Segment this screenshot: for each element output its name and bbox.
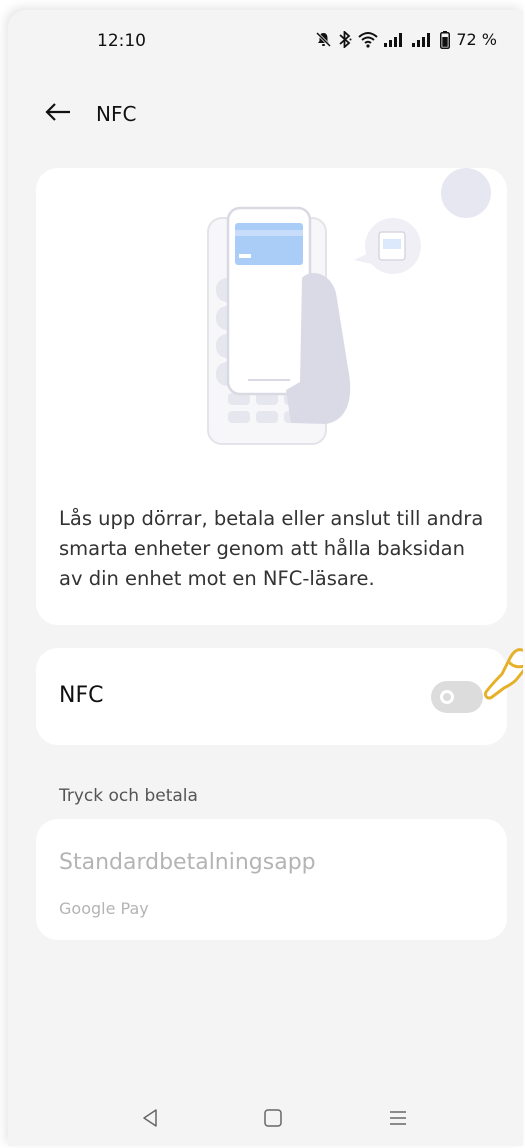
section-header-tap-and-pay: Tryck och betala (59, 786, 198, 806)
nav-back-button[interactable] (130, 1100, 170, 1140)
back-button[interactable] (40, 96, 76, 132)
wifi-icon (358, 31, 379, 48)
back-triangle-icon (141, 1108, 159, 1132)
default-payment-app-title: Standardbetalningsapp (59, 850, 316, 875)
app-header: NFC (8, 90, 523, 146)
intro-description: Lås upp dörrar, betala eller anslut till… (59, 507, 484, 590)
bell-off-icon (315, 31, 332, 48)
battery-percent: 72 % (456, 30, 497, 49)
nfc-intro-card: Lås upp dörrar, betala eller anslut till… (36, 168, 507, 625)
pointing-hand-icon (484, 648, 523, 700)
page-title: NFC (96, 102, 137, 126)
home-square-icon (263, 1108, 283, 1132)
battery-icon (440, 30, 451, 49)
menu-lines-icon (388, 1108, 408, 1132)
nav-home-button[interactable] (253, 1100, 293, 1140)
nfc-toggle-switch[interactable] (431, 681, 483, 713)
nfc-settings-screen: 12:10 72 % NFC Lås upp dörrar, betala el… (8, 10, 523, 1146)
status-bar: 12:10 72 % (8, 10, 523, 74)
signal-icon (412, 32, 434, 48)
nfc-illustration (207, 168, 491, 445)
bluetooth-icon (338, 31, 352, 48)
system-navigation-bar (8, 1090, 523, 1146)
nfc-toggle-row[interactable]: NFC (36, 648, 507, 745)
default-payment-app-value: Google Pay (59, 899, 149, 918)
nfc-toggle-label: NFC (59, 683, 104, 708)
status-time: 12:10 (97, 31, 146, 51)
toggle-knob (440, 690, 454, 704)
default-payment-app-row[interactable]: Standardbetalningsapp Google Pay (36, 819, 507, 940)
status-icons: 72 % (315, 30, 497, 49)
arrow-left-icon (44, 102, 72, 126)
signal-icon (384, 32, 406, 48)
nav-recents-button[interactable] (378, 1100, 418, 1140)
